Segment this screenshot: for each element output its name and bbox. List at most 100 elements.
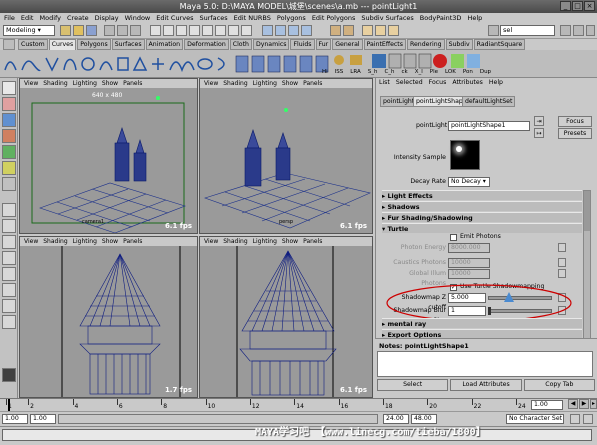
- component-mode-icon[interactable]: [130, 25, 141, 36]
- auto-key-icon[interactable]: [570, 414, 580, 424]
- shelf-tab-subdiv[interactable]: Subdiv: [445, 39, 473, 50]
- viewport-top-right[interactable]: View Shading Lighting Show Panels persp 6.1 …: [199, 78, 373, 234]
- viewport-bottom-right[interactable]: View Shading Lighting Show Panels 6.1 fps: [199, 236, 373, 398]
- viewport-menu-show[interactable]: Show: [102, 79, 118, 88]
- manipulator-tool-icon[interactable]: [2, 161, 16, 175]
- viewport-menu-lighting[interactable]: Lighting: [253, 237, 277, 246]
- select-tool-icon[interactable]: [2, 81, 16, 95]
- toggle-attribute-editor-icon[interactable]: [560, 25, 571, 36]
- quick-select-field[interactable]: sel: [500, 25, 555, 36]
- tab-defaultlightset[interactable]: defaultLightSet: [462, 96, 516, 107]
- snap-curve-icon[interactable]: [275, 25, 286, 36]
- menu-edit-polygons[interactable]: Edit Polygons: [312, 13, 356, 23]
- viewport-bottom-left[interactable]: View Shading Lighting Show Panels 1.7 fps: [19, 236, 198, 398]
- select-deformations-icon[interactable]: [202, 25, 213, 36]
- ipr-render-icon[interactable]: [375, 25, 386, 36]
- section-fur-shading[interactable]: ▸ Fur Shading/Shadowing: [382, 212, 582, 222]
- select-joints-icon[interactable]: [163, 25, 174, 36]
- time-slider[interactable]: 124681012141618202224 1.00: [0, 398, 597, 411]
- viewport-menu-shading[interactable]: Shading: [43, 237, 67, 246]
- viewport-menu-view[interactable]: View: [204, 79, 218, 88]
- maximize-button[interactable]: □: [572, 1, 583, 11]
- map-photon-energy-icon[interactable]: [558, 243, 566, 252]
- viewport-menu-show[interactable]: Show: [102, 237, 118, 246]
- select-rendering-icon[interactable]: [228, 25, 239, 36]
- section-mental-ray[interactable]: ▸ mental ray: [382, 318, 582, 328]
- render-icon[interactable]: [362, 25, 373, 36]
- step-back-icon[interactable]: ◀: [568, 399, 578, 409]
- layout-outliner-icon[interactable]: [2, 283, 16, 297]
- layout-single-icon[interactable]: [2, 203, 16, 217]
- menu-help[interactable]: Help: [467, 13, 482, 23]
- shelf-tab-fluids[interactable]: Fluids: [290, 39, 315, 50]
- menu-window[interactable]: Window: [125, 13, 151, 23]
- node-name-field[interactable]: pointLightShape1: [448, 121, 530, 131]
- last-tool-icon[interactable]: [2, 177, 16, 191]
- preferences-icon[interactable]: [583, 414, 593, 424]
- select-handles-icon[interactable]: [150, 25, 161, 36]
- select-dynamics-icon[interactable]: [215, 25, 226, 36]
- viewport-menu-shading[interactable]: Shading: [43, 79, 67, 88]
- script-editor-icon[interactable]: [2, 368, 16, 382]
- viewport-menu-lighting[interactable]: Lighting: [253, 79, 277, 88]
- viewport-menu-lighting[interactable]: Lighting: [73, 237, 97, 246]
- menu-edit[interactable]: Edit: [21, 13, 34, 23]
- shelf-tab-cloth[interactable]: Cloth: [229, 39, 252, 50]
- shelf-tab-surfaces[interactable]: Surfaces: [111, 39, 145, 50]
- menu-create[interactable]: Create: [67, 13, 89, 23]
- select-misc-icon[interactable]: [241, 25, 252, 36]
- section-shadows[interactable]: ▸ Shadows: [382, 201, 582, 211]
- menu-surfaces[interactable]: Surfaces: [199, 13, 227, 23]
- layout-script-icon[interactable]: [2, 299, 16, 313]
- shelf-menu-icon[interactable]: [3, 39, 15, 50]
- new-scene-icon[interactable]: [60, 25, 71, 36]
- go-to-input-icon[interactable]: ⇥: [534, 116, 544, 126]
- viewport-menu-view[interactable]: View: [204, 237, 218, 246]
- go-to-output-icon[interactable]: ↦: [534, 128, 544, 138]
- menu-polygons[interactable]: Polygons: [277, 13, 306, 23]
- menu-display[interactable]: Display: [95, 13, 119, 23]
- save-scene-icon[interactable]: [86, 25, 97, 36]
- snap-grid-icon[interactable]: [262, 25, 273, 36]
- shelf-tab-fur[interactable]: Fur: [315, 39, 332, 50]
- select-curves-icon[interactable]: [176, 25, 187, 36]
- snap-point-icon[interactable]: [288, 25, 299, 36]
- viewport-menu-show[interactable]: Show: [282, 237, 298, 246]
- shelf-tab-radiantsquare[interactable]: RadiantSquare: [473, 39, 526, 50]
- viewport-menu-shading[interactable]: Shading: [223, 79, 247, 88]
- render-globals-icon[interactable]: [388, 25, 399, 36]
- viewport-menu-show[interactable]: Show: [282, 79, 298, 88]
- shelf-tab-custom[interactable]: Custom: [18, 39, 48, 50]
- menu-edit-curves[interactable]: Edit Curves: [156, 13, 193, 23]
- hierarchy-mode-icon[interactable]: [104, 25, 115, 36]
- close-button[interactable]: ×: [584, 1, 595, 11]
- shelf-tab-painteffects[interactable]: PaintEffects: [363, 39, 406, 50]
- global-illum-photons-field[interactable]: 10000: [448, 269, 490, 279]
- character-set-field[interactable]: No Character Set: [506, 414, 564, 424]
- minimize-button[interactable]: _: [560, 1, 571, 11]
- range-start-field[interactable]: 1.00: [2, 414, 28, 424]
- ae-menu-focus[interactable]: Focus: [429, 78, 447, 88]
- viewport-menu-shading[interactable]: Shading: [223, 237, 247, 246]
- shelf-tab-dynamics[interactable]: Dynamics: [252, 39, 290, 50]
- ae-menu-list[interactable]: List: [379, 78, 390, 88]
- load-attributes-button[interactable]: Load Attributes: [450, 379, 522, 391]
- rotate-tool-icon[interactable]: [2, 129, 16, 143]
- ae-scrollbar[interactable]: [583, 190, 591, 340]
- construction-history-icon[interactable]: [343, 25, 354, 36]
- mode-selector[interactable]: Modeling ▾: [3, 25, 55, 36]
- lasso-tool-icon[interactable]: [2, 97, 16, 111]
- current-frame-field[interactable]: 1.00: [531, 400, 563, 410]
- object-mode-icon[interactable]: [117, 25, 128, 36]
- viewport-menu-panels[interactable]: Panels: [123, 237, 142, 246]
- shelf-tab-general[interactable]: General: [332, 39, 363, 50]
- move-tool-icon[interactable]: [2, 113, 16, 127]
- photon-energy-field[interactable]: 8000.000: [448, 243, 490, 253]
- viewport-menu-panels[interactable]: Panels: [123, 79, 142, 88]
- viewport-menu-view[interactable]: View: [24, 237, 38, 246]
- decay-rate-select[interactable]: No Decay ▾: [448, 177, 490, 187]
- play-forward-icon[interactable]: ▶: [579, 399, 589, 409]
- toggle-channel-box-icon[interactable]: [573, 25, 584, 36]
- viewport-menu-panels[interactable]: Panels: [303, 79, 322, 88]
- layout-persp-graph-icon[interactable]: [2, 251, 16, 265]
